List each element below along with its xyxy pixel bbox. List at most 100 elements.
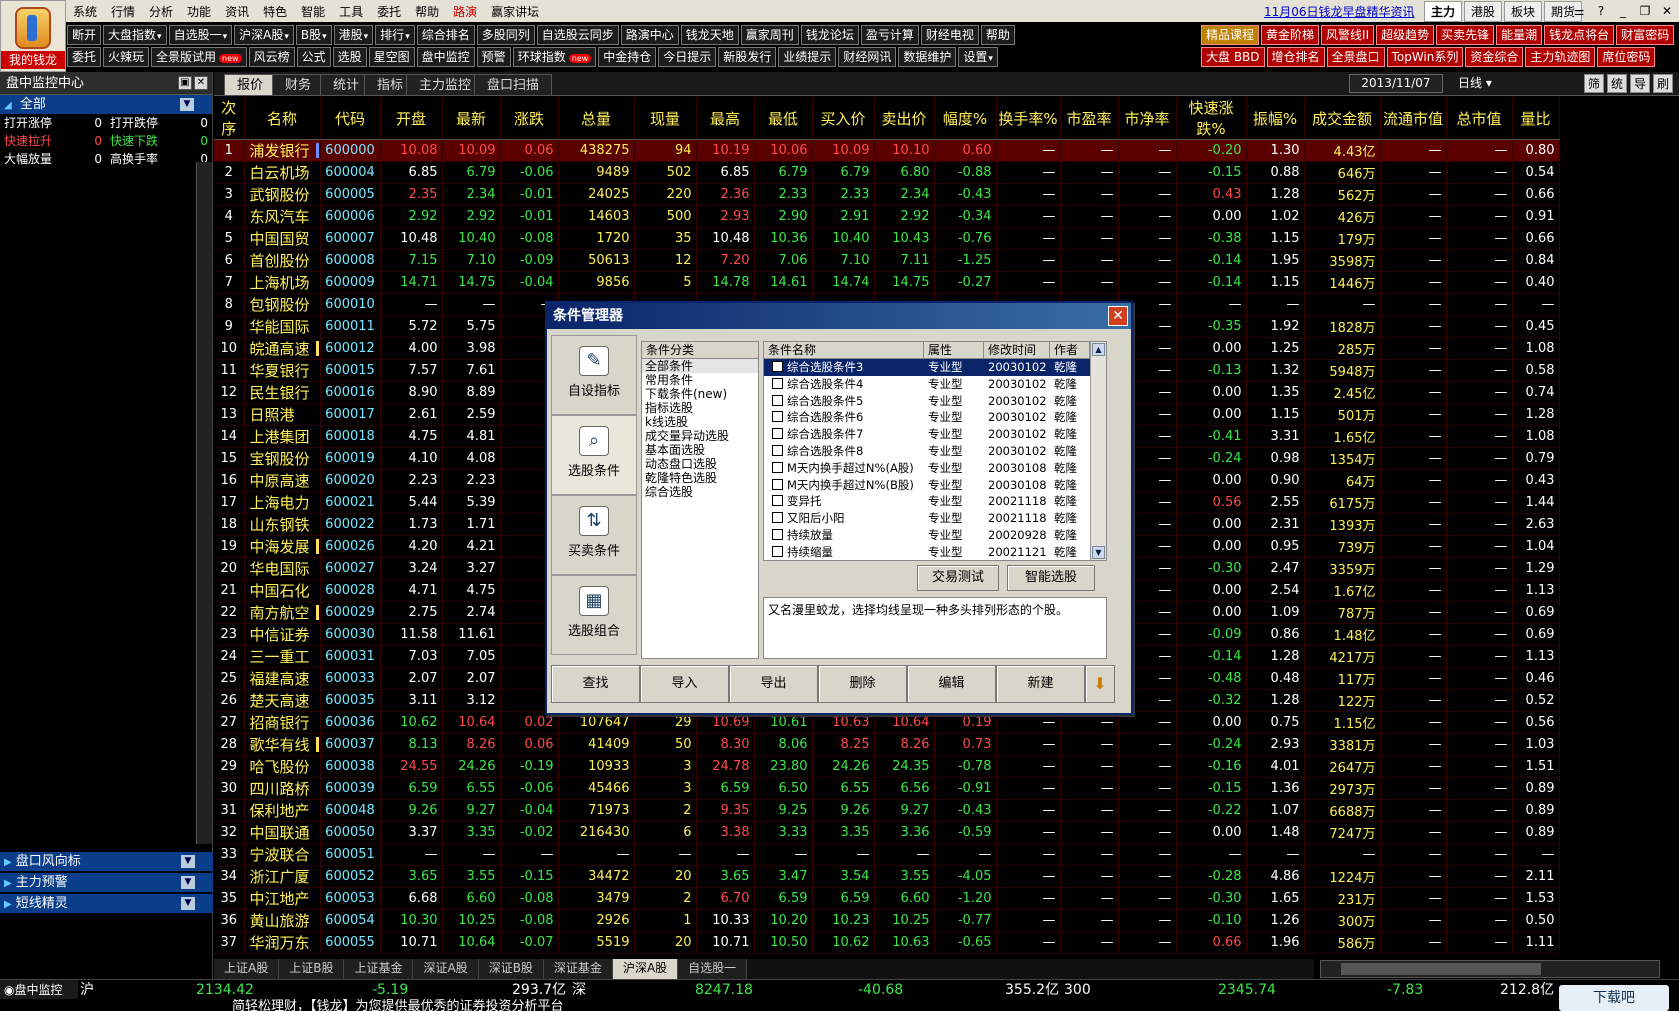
toolbar1-button-5[interactable]: 港股 [333, 25, 374, 45]
table-row[interactable]: 28 歌华有线 600037 8.13 8.26 0.06 41409 50 8.30 8.06 8… [214, 733, 1560, 756]
dialog-titlebar[interactable]: 条件管理器 ✕ [547, 303, 1131, 329]
export-button[interactable]: 导出 [729, 665, 818, 703]
right_toolbar2-button-0[interactable]: 大盘 BBD [1201, 47, 1265, 67]
toolbar2-button-7[interactable]: 盘中监控 [416, 47, 475, 67]
status-label[interactable]: ◉ 盘中监控 [0, 980, 78, 1000]
toolbar1-button-2[interactable]: 自选股一 [168, 25, 233, 45]
right_toolbar2-button-5[interactable]: 主力轨迹图 [1525, 47, 1596, 67]
side-button-3[interactable]: 刷 [1653, 74, 1673, 93]
menu-item-1[interactable]: 行情 [104, 3, 142, 20]
help-icon[interactable]: ? [1593, 4, 1609, 18]
table-row[interactable]: 6 首创股份 600008 7.15 7.10 -0.09 50613 12 7.20 7.06 7… [214, 249, 1560, 272]
table-row[interactable]: 29 哈飞股份 600038 24.55 24.26 -0.19 10933 3 24.78 23… [214, 755, 1560, 778]
toolbar2-button-10[interactable]: 中金持仓 [598, 47, 657, 67]
category-item[interactable]: 动态盘口选股 [642, 457, 758, 471]
menu-item-5[interactable]: 特色 [256, 3, 294, 20]
category-all[interactable]: ◢ 全部 ▼ [0, 95, 212, 114]
condition-row[interactable]: 持续放量 专业型 20020928 乾隆 [764, 527, 1106, 544]
bottom-tab-7[interactable]: 自选股一 [678, 959, 748, 979]
new-button[interactable]: 新建 [996, 665, 1085, 703]
close-icon[interactable]: ✕ [194, 76, 208, 90]
condition-row[interactable]: 综合选股条件8 专业型 20030102 乾隆 [764, 443, 1106, 460]
toolbar2-button-13[interactable]: 业绩提示 [778, 47, 837, 67]
menu-item-8[interactable]: 委托 [370, 3, 408, 20]
column-header[interactable]: 最高 [696, 97, 755, 140]
column-header[interactable]: 换手率% [996, 97, 1061, 140]
side-button-2[interactable]: 导 [1630, 74, 1650, 93]
menu-item-10[interactable]: 路演 [446, 3, 484, 20]
condition-row[interactable]: 综合选股条件4 专业型 20030102 乾隆 [764, 376, 1106, 393]
column-header[interactable]: 快速涨跌% [1176, 97, 1247, 140]
table-row[interactable]: 32 中国联通 600050 3.37 3.35 -0.02 216430 6 3.38 3.33… [214, 821, 1560, 844]
table-row[interactable]: 1 浦发银行 600000 10.08 10.09 0.06 438275 94 10.19 10… [214, 139, 1560, 162]
column-header[interactable]: 振幅% [1246, 97, 1305, 140]
table-row[interactable]: 34 浙江广厦 600052 3.65 3.55 -0.15 34472 20 3.65 3.47… [214, 865, 1560, 888]
market-tab-2[interactable]: 板块 [1504, 0, 1543, 22]
right_toolbar1-button-5[interactable]: 能量潮 [1496, 25, 1543, 45]
close-icon[interactable]: ✕ [1659, 4, 1675, 18]
category-item[interactable]: 基本面选股 [642, 443, 758, 457]
toolbar1-button-6[interactable]: 排行 [375, 25, 415, 45]
side-button-0[interactable]: 筛 [1584, 74, 1604, 93]
toolbar1-button-14[interactable]: 盈亏计算 [860, 25, 919, 45]
list-header-3[interactable]: 作者 [1050, 342, 1090, 358]
bottom-tab-6[interactable]: 沪深A股 [612, 959, 679, 979]
right_toolbar1-button-2[interactable]: 风警线II [1321, 25, 1375, 45]
checkbox[interactable] [772, 444, 783, 456]
toolbar1-button-4[interactable]: B股 [295, 25, 332, 45]
column-header[interactable]: 买入价 [812, 97, 875, 140]
trade-test-button[interactable]: 交易测试 [917, 565, 999, 591]
menu-item-4[interactable]: 资讯 [218, 3, 256, 20]
column-header[interactable]: 涨跌 [500, 97, 559, 140]
scroll-thumb[interactable] [1341, 963, 1541, 975]
condition-row[interactable]: 又阳后小阳 专业型 20021118 乾隆 [764, 510, 1106, 527]
checkbox[interactable] [772, 478, 783, 490]
toolbar1-button-11[interactable]: 钱龙天地 [680, 25, 739, 45]
column-header[interactable]: 代码 [320, 97, 381, 140]
toolbar1-button-9[interactable]: 自选股云同步 [536, 25, 619, 45]
column-header[interactable]: 卖出价 [874, 97, 935, 140]
scroll-up-icon[interactable]: ▲ [1092, 343, 1105, 356]
column-header[interactable]: 总量 [558, 97, 635, 140]
view-tab-1[interactable]: 财务 [272, 74, 325, 95]
scroll-down-icon[interactable]: ▼ [1092, 546, 1105, 559]
bottom-tab-4[interactable]: 深证B股 [478, 959, 544, 979]
dialog-nav-1[interactable]: ⌕ 选股条件 [551, 415, 637, 495]
checkbox[interactable] [772, 545, 783, 557]
view-tab-5[interactable]: 盘口扫描 [474, 74, 553, 95]
toolbar2-button-2[interactable]: 全景版试用 new [151, 47, 247, 67]
table-row[interactable]: 7 上海机场 600009 14.71 14.75 -0.04 9856 5 14.78 14.6… [214, 271, 1560, 294]
toolbar2-button-14[interactable]: 财经网讯 [838, 47, 897, 67]
column-header[interactable]: 流通市值 [1380, 97, 1447, 140]
column-header[interactable]: 总市值 [1446, 97, 1513, 140]
menu-item-11[interactable]: 赢家讲坛 [484, 3, 546, 20]
menu-item-0[interactable]: 系统 [66, 3, 104, 20]
right_toolbar2-button-6[interactable]: 席位密码 [1597, 47, 1656, 67]
category-item[interactable]: 成交量异动选股 [642, 429, 758, 443]
dialog-close-button[interactable]: ✕ [1108, 306, 1128, 326]
category-item[interactable]: 下载条件(new) [642, 387, 758, 401]
market-tab-1[interactable]: 港股 [1464, 0, 1503, 22]
toolbar2-button-6[interactable]: 星空图 [368, 47, 415, 67]
column-header[interactable]: 名称 [244, 97, 321, 140]
filter-icon[interactable]: ▼ [180, 98, 194, 111]
toolbar2-button-16[interactable]: 设置 [958, 47, 998, 67]
menu-item-3[interactable]: 功能 [180, 3, 218, 20]
layout-icon[interactable]: ⚌ [1571, 4, 1587, 18]
toolbar1-button-15[interactable]: 财经电视 [920, 25, 979, 45]
checkbox[interactable] [772, 461, 783, 473]
checkbox[interactable] [772, 495, 783, 507]
category-item[interactable]: 乾隆特色选股 [642, 471, 758, 485]
table-row[interactable]: 3 武钢股份 600005 2.35 2.34 -0.01 24025 220 2.36 2.33… [214, 183, 1560, 206]
table-row[interactable]: 37 华润万东 600055 10.71 10.64 -0.07 5519 20 10.71 10… [214, 931, 1560, 954]
toolbar1-button-10[interactable]: 路演中心 [620, 25, 679, 45]
checkbox[interactable] [772, 361, 783, 372]
toolbar2-button-3[interactable]: 风云榜 [248, 47, 295, 67]
condition-row[interactable]: M天内换手超过N%(B股) 专业型 20030108 乾隆 [764, 477, 1106, 494]
dialog-nav-3[interactable]: ▦ 选股组合 [551, 575, 637, 655]
toolbar1-button-0[interactable]: 断开 [67, 25, 102, 45]
bottom-tab-2[interactable]: 上证基金 [344, 959, 414, 979]
toolbar2-button-12[interactable]: 新股发行 [718, 47, 777, 67]
table-row[interactable]: 2 白云机场 600004 6.85 6.79 -0.06 9489 502 6.85 6.79 6… [214, 161, 1560, 184]
table-row[interactable]: 35 中江地产 600053 6.68 6.60 -0.08 3479 2 6.70 6.59 6.… [214, 887, 1560, 910]
